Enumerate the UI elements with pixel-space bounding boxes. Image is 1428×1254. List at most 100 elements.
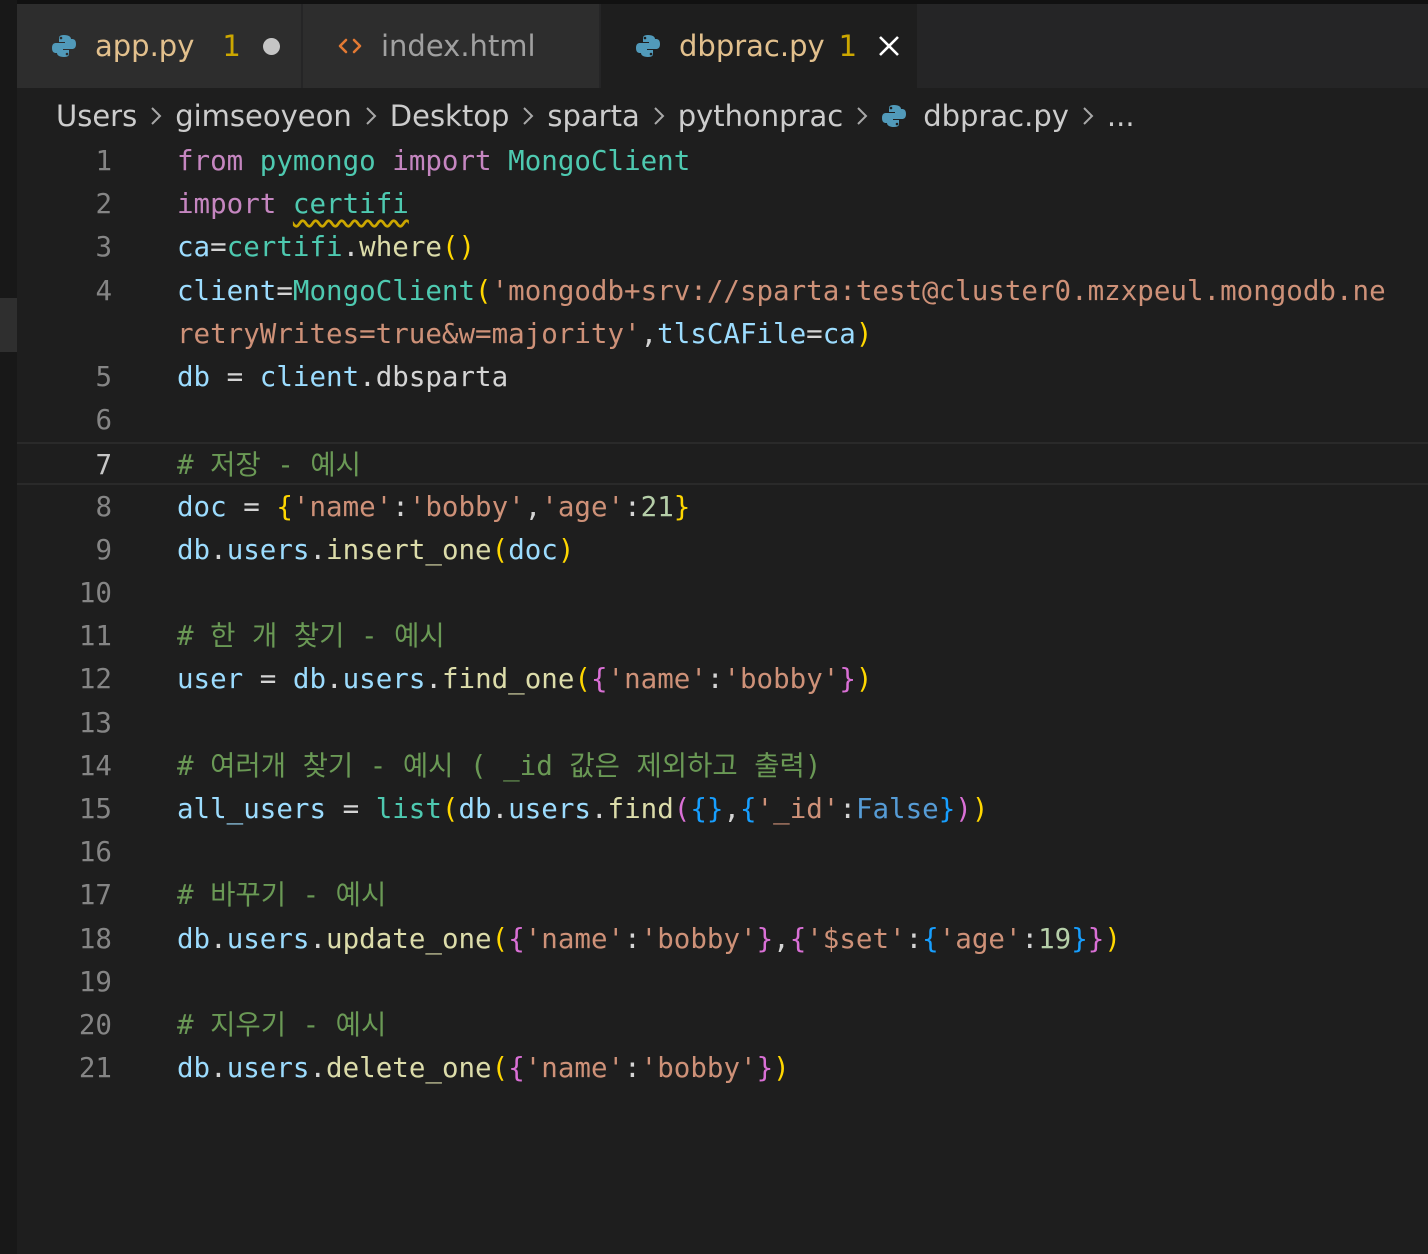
code-token: ,	[524, 490, 542, 523]
code-token: MongoClient	[292, 274, 476, 307]
code-token: =	[210, 231, 227, 264]
code-text: # 지우기 - 예시	[177, 1004, 386, 1047]
code-line[interactable]: 10	[17, 572, 1428, 615]
code-line[interactable]: 9 db.users.insert_one(doc)	[17, 529, 1428, 572]
html-icon	[337, 33, 363, 59]
code-token: .	[309, 922, 327, 955]
code-line[interactable]: 1 from pymongo import MongoClient	[17, 140, 1428, 183]
code-token: ca	[822, 317, 856, 350]
code-line[interactable]: 14 # 여러개 찾기 - 예시 ( _id 값은 제외하고 출력)	[17, 745, 1428, 788]
code-token: :	[624, 1052, 641, 1085]
code-token: :	[624, 922, 641, 955]
line-number: 16	[78, 836, 112, 869]
breadcrumb-item-users[interactable]: Users	[56, 99, 137, 133]
code-token: .	[425, 663, 442, 696]
code-token: # 바꾸기 - 예시	[177, 879, 387, 912]
line-number: 19	[78, 965, 112, 998]
code-token: find	[607, 793, 674, 825]
code-token: }	[839, 663, 856, 696]
line-number: 2	[95, 188, 112, 221]
line-number: 12	[78, 663, 112, 696]
code-line[interactable]: 18 db.users.update_one({'name':'bobby'},{…	[17, 918, 1428, 961]
tab-index-html[interactable]: index.html	[303, 4, 601, 88]
code-line[interactable]: 7 # 저장 - 예시	[17, 442, 1428, 487]
code-token: users	[226, 922, 310, 955]
code-line[interactable]: 11 # 한 개 찾기 - 예시	[17, 615, 1428, 658]
code-text: ca=certifi.where()	[177, 226, 475, 269]
close-icon[interactable]	[875, 32, 903, 60]
line-number: 20	[78, 1009, 112, 1041]
code-text: # 저장 - 예시	[177, 444, 361, 487]
code-token: :	[706, 663, 724, 696]
code-token: db	[458, 793, 492, 825]
line-number: 21	[78, 1052, 112, 1085]
chevron-right-icon	[855, 105, 869, 127]
code-line[interactable]: 12 user = db.users.find_one({'name':'bobb…	[17, 658, 1428, 701]
line-number: 10	[78, 577, 112, 609]
code-token: 'bobby'	[640, 1052, 757, 1085]
code-line[interactable]: 20 # 지우기 - 예시	[17, 1004, 1428, 1047]
tab-app-py[interactable]: app.py 1	[17, 4, 303, 88]
code-line[interactable]: 6	[17, 399, 1428, 442]
code-token: 'age'	[938, 922, 1022, 955]
code-line[interactable]: 3 ca=certifi.where()	[17, 226, 1428, 269]
code-token: # 한 개 찾기 - 예시	[177, 620, 445, 653]
code-token: =	[326, 793, 376, 825]
code-token: False	[855, 793, 939, 825]
code-token: list	[375, 793, 442, 825]
code-text: client=MongoClient('mongodb+srv://sparta…	[177, 270, 1386, 313]
code-token: dbsparta	[375, 361, 509, 393]
code-text: # 바꾸기 - 예시	[177, 874, 386, 917]
code-token: # 여러개 찾기 - 예시 ( _id 값은 제외하고 출력)	[177, 749, 822, 782]
breadcrumb-item-pythonprac[interactable]: pythonprac	[678, 99, 844, 133]
tab-label: app.py	[95, 29, 195, 63]
problem-count-badge: 1	[838, 29, 858, 63]
code-line[interactable]: 13	[17, 702, 1428, 745]
line-number: 13	[78, 706, 112, 739]
tab-dbprac-py[interactable]: dbprac.py 1	[601, 4, 919, 88]
line-number: 9	[95, 533, 112, 566]
code-token: 'age'	[541, 490, 625, 523]
code-token: 21	[640, 490, 674, 523]
code-line[interactable]: 4 client=MongoClient('mongodb+srv://spart…	[17, 270, 1428, 313]
code-token: .	[210, 922, 227, 955]
breadcrumb: Users gimseoyeon Desktop sparta pythonpr…	[56, 94, 1135, 138]
code-token: }	[673, 490, 691, 523]
code-token: retryWrites=true&w=majority'	[177, 317, 641, 350]
code-token: import	[392, 145, 492, 177]
chevron-right-icon	[521, 105, 535, 127]
code-line[interactable]: 15 all_users = list(db.users.find({},{'_i…	[17, 788, 1428, 831]
line-number: 6	[95, 404, 112, 437]
code-token: }	[1071, 922, 1088, 955]
code-line[interactable]: 8 doc = {'name':'bobby','age':21}	[17, 486, 1428, 529]
code-token: }	[756, 922, 774, 955]
code-token: (	[491, 533, 509, 566]
code-token: find_one	[441, 663, 575, 696]
code-token: =	[276, 274, 293, 307]
code-token: 19	[1038, 922, 1072, 955]
code-line[interactable]: 16	[17, 831, 1428, 874]
breadcrumb-item-desktop[interactable]: Desktop	[390, 99, 510, 133]
code-token: tlsCAFile	[657, 317, 807, 350]
code-token: '_id'	[756, 793, 840, 825]
code-line[interactable]: 5 db = client.dbsparta	[17, 356, 1428, 399]
code-token: db	[292, 663, 327, 696]
code-editor[interactable]: 1 from pymongo import MongoClient 2 import …	[17, 140, 1428, 1254]
code-line[interactable]: retryWrites=true&w=majority',tlsCAFile=c…	[17, 313, 1428, 356]
breadcrumb-item-gimseoyeon[interactable]: gimseoyeon	[175, 99, 352, 133]
code-line[interactable]: 21 db.users.delete_one({'name':'bobby'})	[17, 1047, 1428, 1090]
code-token: '$set'	[806, 922, 906, 955]
breadcrumb-item-sparta[interactable]: sparta	[547, 99, 639, 133]
code-line[interactable]: 17 # 바꾸기 - 예시	[17, 874, 1428, 917]
code-token: 'bobby'	[640, 922, 757, 955]
code-token: :	[905, 922, 923, 955]
code-token: )	[971, 793, 989, 825]
code-line[interactable]: 2 import certifi	[17, 183, 1428, 226]
breadcrumb-item-symbols[interactable]: ...	[1107, 99, 1135, 133]
breadcrumb-item-file[interactable]: dbprac.py	[881, 99, 1069, 133]
code-line[interactable]: 19	[17, 961, 1428, 1004]
code-token: # 저장 - 예시	[177, 449, 361, 482]
line-number: 5	[95, 361, 112, 393]
